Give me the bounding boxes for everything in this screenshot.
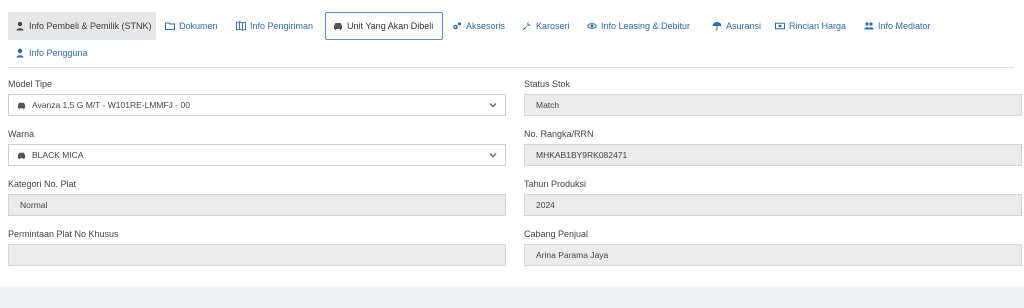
- user-icon: [15, 48, 25, 58]
- folder-icon: [165, 21, 175, 31]
- model-tipe-label: Model Tipe: [8, 79, 53, 89]
- gears-icon: [452, 21, 462, 31]
- tab-label: Info Pembeli & Pemilik (STNK): [29, 21, 152, 31]
- tab-label: Aksesoris: [466, 21, 506, 31]
- no-rangka-field: MHKAB1BY9RK082471: [524, 144, 1022, 166]
- kategori-plat-label: Kategori No. Plat: [8, 179, 77, 189]
- kategori-plat-field: Normal: [8, 194, 506, 216]
- tab-info-pengiriman[interactable]: Info Pengiriman: [229, 12, 320, 40]
- tahun-produksi-field: 2024: [524, 194, 1022, 216]
- status-stok-label: Status Stok: [524, 79, 571, 89]
- tab-label: Asuransi: [726, 21, 762, 31]
- car-icon: [16, 101, 27, 110]
- tab-label: Info Mediator: [878, 21, 931, 31]
- tab-info-mediator[interactable]: Info Mediator: [857, 12, 938, 40]
- car-icon: [333, 21, 343, 31]
- tab-label: Info Pengguna: [29, 48, 88, 58]
- tab-dokumen[interactable]: Dokumen: [158, 12, 225, 40]
- umbrella-icon: [712, 21, 722, 31]
- warna-label: Warna: [8, 129, 35, 139]
- tahun-produksi-label: Tahun Produksi: [524, 179, 587, 189]
- warna-value: BLACK MICA: [32, 150, 84, 160]
- tahun-produksi-value: 2024: [536, 200, 555, 210]
- status-stok-field: Match: [524, 94, 1022, 116]
- tab-label: Info Leasing & Debitur: [601, 21, 691, 31]
- user-icon: [15, 21, 25, 31]
- cabang-penjual-value: Arina Parama Jaya: [536, 250, 609, 260]
- plat-khusus-label: Permintaan Plat No Khusus: [8, 229, 119, 239]
- tab-unit-yang-akan-dibeli[interactable]: Unit Yang Akan Dibeli: [325, 12, 443, 40]
- form-card: Info Pembeli & Pemilik (STNK) Dokumen In…: [0, 0, 1024, 286]
- model-tipe-select[interactable]: Avanza 1.5 G M/T - W101RE-LMMFJ - 00: [8, 94, 506, 116]
- divider: [8, 67, 1014, 68]
- model-tipe-value: Avanza 1.5 G M/T - W101RE-LMMFJ - 00: [32, 100, 190, 110]
- chevron-down-icon: [489, 101, 497, 109]
- warna-select[interactable]: BLACK MICA: [8, 144, 506, 166]
- money-icon: [775, 21, 785, 31]
- eye-icon: [587, 21, 597, 31]
- no-rangka-value: MHKAB1BY9RK082471: [536, 150, 628, 160]
- tab-asuransi[interactable]: Asuransi: [705, 12, 768, 40]
- tab-rincian-harga[interactable]: Rincian Harga: [768, 12, 853, 40]
- kategori-plat-value: Normal: [20, 200, 48, 210]
- tab-aksesoris[interactable]: Aksesoris: [445, 12, 512, 40]
- tab-label: Karoseri: [536, 21, 570, 31]
- status-stok-value: Match: [536, 100, 560, 110]
- users-icon: [864, 21, 874, 31]
- cabang-penjual-label: Cabang Penjual: [524, 229, 589, 239]
- map-icon: [236, 21, 246, 31]
- chevron-down-icon: [489, 151, 497, 159]
- tab-karoseri[interactable]: Karoseri: [515, 12, 577, 40]
- tab-label: Info Pengiriman: [250, 21, 314, 31]
- tab-info-leasing[interactable]: Info Leasing & Debitur: [580, 12, 697, 40]
- tab-info-pembeli[interactable]: Info Pembeli & Pemilik (STNK): [8, 12, 156, 40]
- car-icon: [16, 151, 27, 160]
- plat-khusus-field: [8, 244, 506, 266]
- tab-label: Unit Yang Akan Dibeli: [347, 21, 434, 31]
- tab-label: Rincian Harga: [789, 21, 847, 31]
- no-rangka-label: No. Rangka/RRN: [524, 129, 594, 139]
- tab-info-pengguna[interactable]: Info Pengguna: [8, 39, 95, 67]
- cabang-penjual-field: Arina Parama Jaya: [524, 244, 1022, 266]
- wrench-icon: [522, 21, 532, 31]
- tab-label: Dokumen: [179, 21, 218, 31]
